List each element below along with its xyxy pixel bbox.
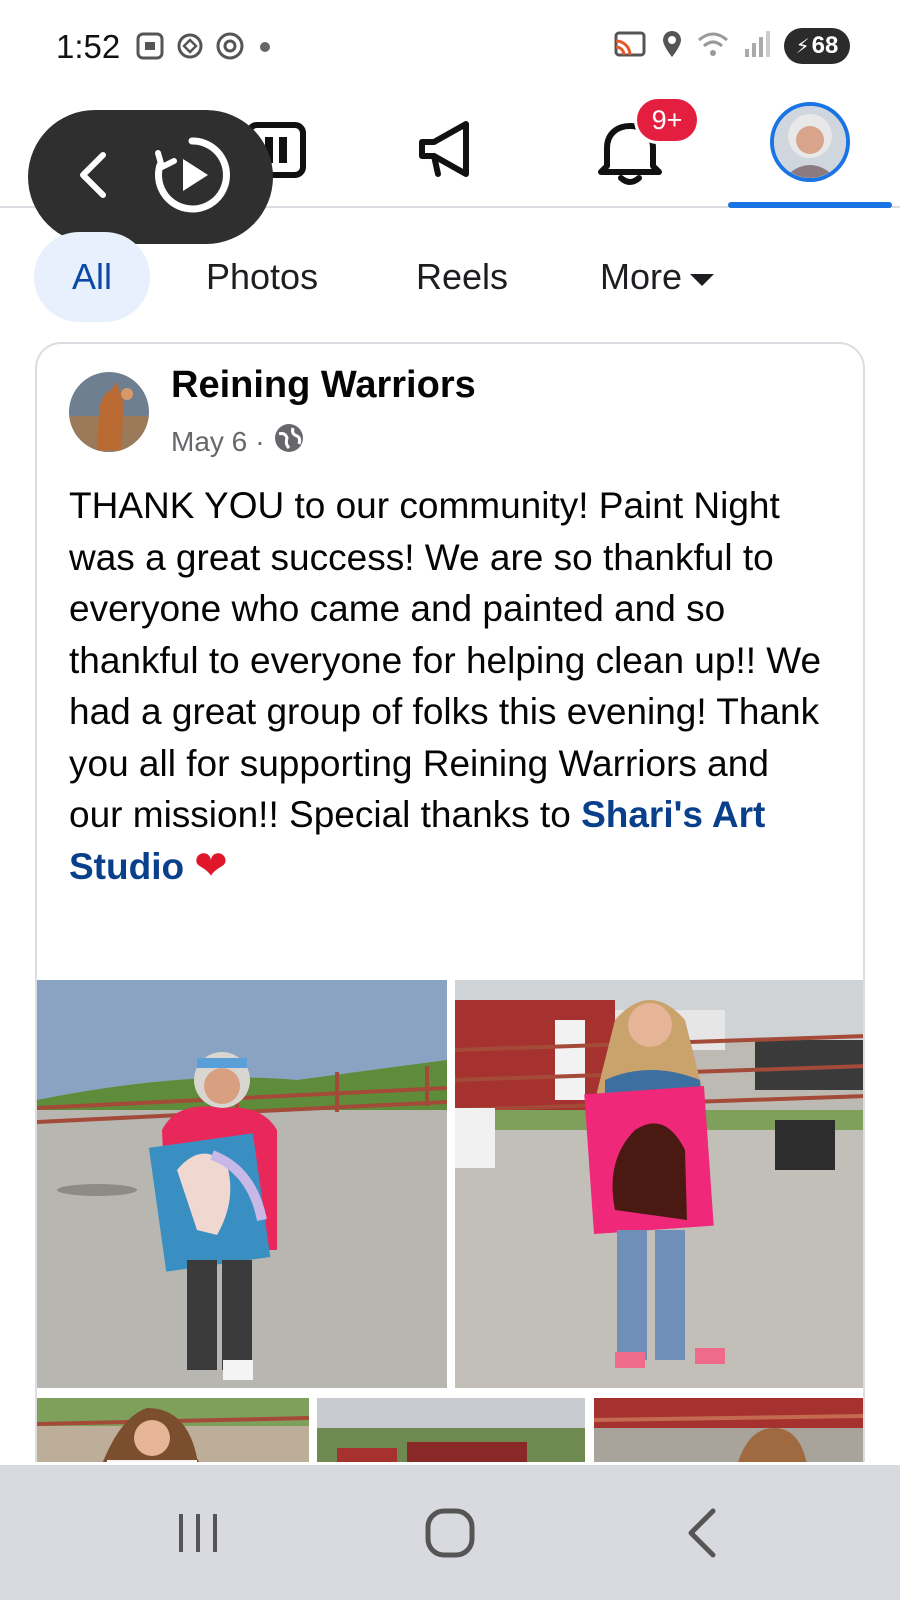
screen-record-icon[interactable] — [152, 135, 232, 220]
tab-label: Photos — [206, 256, 319, 297]
post-photo[interactable] — [455, 980, 863, 1388]
post-meta: May 6 · — [171, 422, 305, 461]
notification-badge: 9+ — [634, 96, 700, 144]
tab-label: Reels — [416, 256, 509, 297]
globe-icon — [273, 422, 305, 461]
megaphone-icon[interactable] — [410, 110, 490, 190]
home-icon[interactable] — [410, 1503, 490, 1563]
back-chevron-icon[interactable] — [69, 145, 115, 210]
tab-all[interactable]: All — [34, 232, 150, 322]
post-author[interactable]: Reining Warriors — [171, 364, 476, 407]
post-body: THANK YOU to our community! Paint Night … — [69, 485, 822, 835]
cast-icon — [612, 29, 648, 64]
post-photo[interactable] — [594, 1398, 863, 1462]
caret-down-icon — [690, 274, 715, 286]
status-time: 1:52 — [56, 28, 121, 65]
post-date[interactable]: May 6 — [171, 426, 247, 458]
post-text: THANK YOU to our community! Paint Night … — [69, 480, 829, 892]
location-icon — [660, 29, 684, 64]
meta-separator: · — [255, 425, 265, 457]
tab-label: More — [600, 256, 683, 297]
heart-emoji: ❤ — [194, 843, 228, 888]
status-bar: 1:52 ⚡ 68 — [0, 0, 900, 96]
battery-level: 68 — [811, 32, 839, 59]
signal-icon — [742, 29, 772, 64]
wifi-icon — [696, 29, 730, 64]
tab-reels[interactable]: Reels — [416, 232, 508, 322]
threads-icon — [215, 31, 245, 66]
screenshot-icon — [135, 31, 165, 66]
back-icon[interactable] — [662, 1503, 742, 1563]
chatgpt-icon — [175, 31, 205, 66]
filter-tabs: All Photos Reels More — [0, 222, 900, 322]
post-photo[interactable] — [317, 1398, 585, 1462]
status-left-icons — [135, 31, 275, 66]
active-tab-indicator — [728, 202, 892, 208]
post-photo[interactable] — [37, 1398, 309, 1462]
page-avatar[interactable] — [69, 372, 149, 452]
post-photo[interactable] — [37, 980, 447, 1388]
tab-more[interactable]: More — [600, 232, 715, 322]
battery-icon: ⚡ 68 — [784, 28, 850, 64]
status-right-icons: ⚡ 68 — [612, 28, 850, 64]
tab-photos[interactable]: Photos — [206, 232, 318, 322]
post-card: Reining Warriors May 6 · THANK YOU to ou… — [35, 342, 865, 1462]
tab-label: All — [71, 256, 112, 297]
system-nav-bar — [0, 1465, 900, 1600]
dot-icon — [255, 31, 275, 66]
profile-avatar[interactable] — [770, 102, 850, 182]
recent-apps-icon[interactable] — [158, 1503, 238, 1563]
